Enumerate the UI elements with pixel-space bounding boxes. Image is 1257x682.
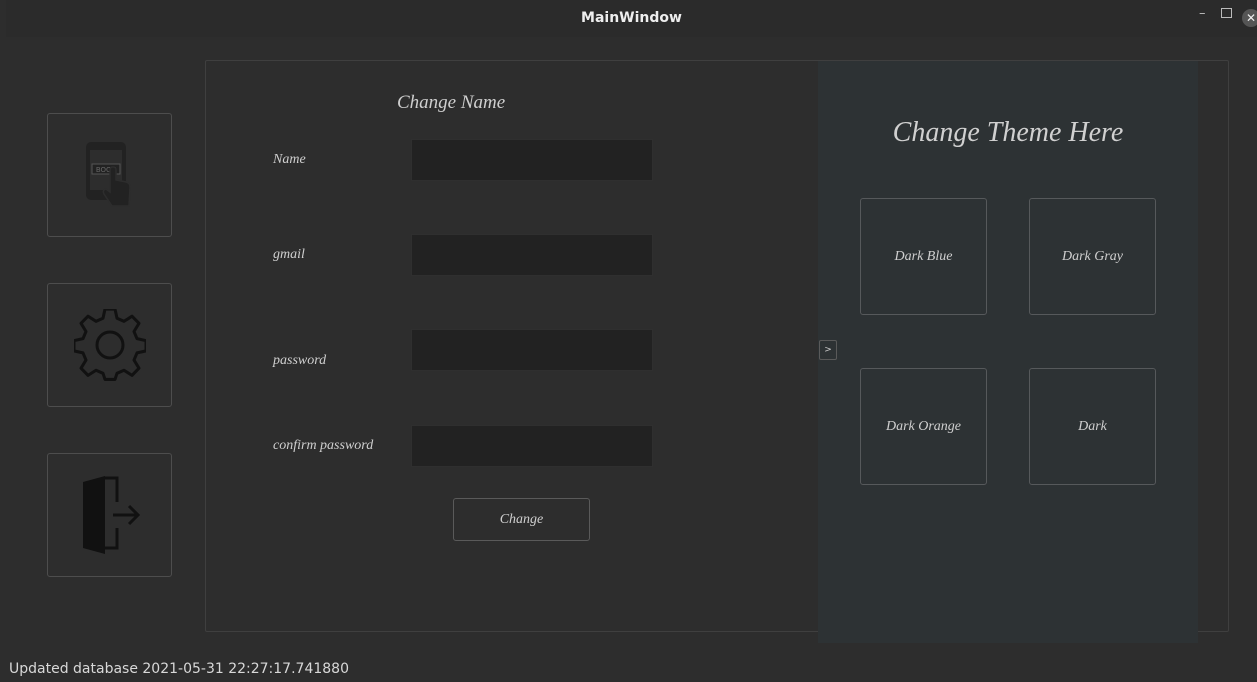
close-button[interactable]: ✕ (1242, 9, 1257, 27)
theme-dark-orange-button[interactable]: Dark Orange (860, 368, 987, 485)
theme-title: Change Theme Here (892, 117, 1124, 148)
exit-door-icon (82, 476, 140, 554)
book-phone-icon: BOOK (85, 142, 131, 207)
name-label: Name (273, 152, 306, 167)
logout-button[interactable] (47, 453, 172, 577)
minimize-button[interactable]: – (1199, 6, 1206, 21)
title-bar: MainWindow – ✕ (6, 0, 1257, 37)
theme-dark-gray-button[interactable]: Dark Gray (1029, 198, 1156, 315)
status-bar: Updated database 2021-05-31 22:27:17.741… (9, 661, 349, 677)
change-button[interactable]: Change (453, 498, 590, 541)
confirm-password-input[interactable] (411, 425, 653, 467)
name-input[interactable] (411, 139, 653, 181)
password-label: password (273, 353, 327, 368)
book-app-button[interactable]: BOOK (47, 113, 172, 237)
theme-dark-button[interactable]: Dark (1029, 368, 1156, 485)
gmail-input[interactable] (411, 234, 653, 276)
gmail-label: gmail (273, 247, 305, 262)
form-title: Change Name (397, 92, 506, 113)
panel-toggle-button[interactable]: > (819, 340, 837, 360)
theme-panel: Change Theme Here Dark Blue Dark Gray Da… (818, 61, 1198, 643)
window-title: MainWindow (581, 10, 682, 26)
password-input[interactable] (411, 329, 653, 371)
theme-dark-blue-button[interactable]: Dark Blue (860, 198, 987, 315)
gear-icon (73, 309, 146, 381)
settings-button[interactable] (47, 283, 172, 407)
confirm-password-label: confirm password (273, 438, 374, 453)
maximize-button[interactable] (1221, 8, 1232, 18)
